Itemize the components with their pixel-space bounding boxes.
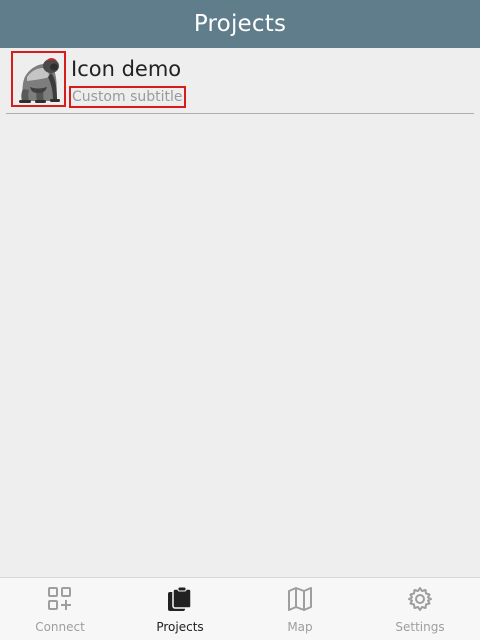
nav-map[interactable]: Map	[240, 578, 360, 640]
project-list: Icon demo Custom subtitle	[0, 48, 480, 114]
bottom-navigation: Connect Projects Map Settings	[0, 577, 480, 640]
nav-label-settings: Settings	[395, 620, 445, 634]
gorilla-icon	[11, 51, 66, 107]
nav-label-connect: Connect	[35, 620, 85, 634]
nav-settings[interactable]: Settings	[360, 578, 480, 640]
project-item[interactable]: Icon demo Custom subtitle	[6, 48, 474, 114]
qr-connect-icon	[47, 586, 73, 612]
nav-label-projects: Projects	[156, 620, 204, 634]
page-title: Projects	[193, 11, 287, 37]
nav-connect[interactable]: Connect	[0, 578, 120, 640]
project-subtitle: Custom subtitle	[69, 86, 186, 108]
gear-icon	[407, 586, 433, 612]
nav-projects[interactable]: Projects	[120, 578, 240, 640]
app-window: Projects Icon demo Custom subtitle Conne…	[0, 0, 480, 640]
project-title: Icon demo	[71, 57, 182, 81]
nav-label-map: Map	[287, 620, 313, 634]
clipboard-icon	[167, 586, 193, 612]
map-icon	[287, 586, 313, 612]
app-header: Projects	[0, 0, 480, 48]
